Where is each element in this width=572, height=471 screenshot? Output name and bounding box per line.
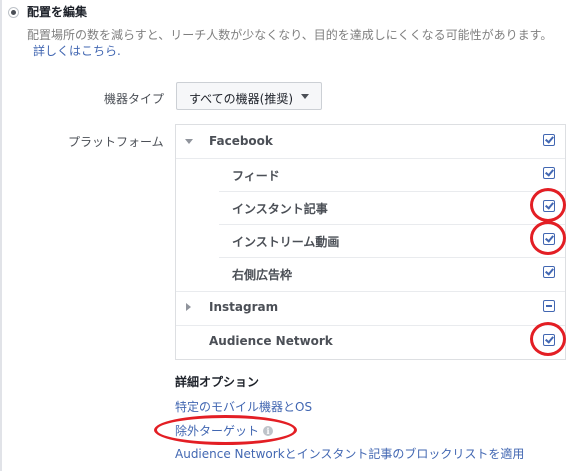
- instagram-label: Instagram: [209, 300, 279, 314]
- audience-network-label: Audience Network: [209, 334, 333, 348]
- device-type-value: すべての機器(推奨): [189, 92, 294, 106]
- device-type-dropdown[interactable]: すべての機器(推奨): [176, 82, 322, 110]
- placement-row-instream-video[interactable]: インストリーム動画: [175, 224, 566, 257]
- annotation-circle: [530, 188, 566, 222]
- right-column-label: 右側広告枠: [232, 268, 293, 282]
- check-icon: [545, 167, 554, 177]
- platform-row-audience-network[interactable]: Audience Network: [175, 325, 566, 358]
- left-rule: [0, 0, 2, 471]
- instream-video-label: インストリーム動画: [232, 235, 340, 249]
- placement-row-feed[interactable]: フィード: [175, 158, 566, 191]
- caret-down-icon: [301, 94, 309, 99]
- annotation-circle: [530, 221, 566, 255]
- instant-articles-label: インスタント記事: [232, 202, 328, 216]
- facebook-checkbox[interactable]: [543, 134, 555, 146]
- annotation-circle: [530, 322, 566, 356]
- device-type-label: 機器タイプ: [104, 92, 165, 106]
- check-icon: [545, 134, 554, 144]
- advanced-options-title: 詳細オプション: [175, 375, 260, 389]
- platform-row-instagram[interactable]: Instagram: [175, 291, 566, 324]
- edit-placements-title: 配置を編集: [27, 5, 88, 19]
- collapse-triangle-icon[interactable]: [185, 139, 193, 144]
- learn-more-link[interactable]: 詳しくはこちら.: [33, 42, 121, 59]
- radio-dot: [11, 10, 16, 15]
- platform-label: プラットフォーム: [68, 135, 164, 149]
- check-icon: [545, 266, 554, 276]
- right-column-checkbox[interactable]: [543, 266, 555, 278]
- placement-description: 配置場所の数を減らすと、リーチ人数が少なくなり、目的を達成しにくくなる可能性があ…: [27, 28, 553, 42]
- platform-row-facebook[interactable]: Facebook: [175, 125, 566, 158]
- feed-label: フィード: [232, 169, 280, 183]
- instagram-checkbox[interactable]: [543, 300, 555, 312]
- mobile-devices-os-link[interactable]: 特定のモバイル機器とOS: [175, 398, 312, 415]
- feed-checkbox[interactable]: [543, 167, 555, 179]
- indeterminate-icon: [546, 305, 552, 307]
- facebook-label: Facebook: [209, 134, 273, 148]
- block-list-link[interactable]: Audience Networkとインスタント記事のブロックリストを適用: [175, 445, 524, 462]
- annotation-ellipse: [154, 415, 297, 445]
- placement-row-instant-articles[interactable]: インスタント記事: [175, 191, 566, 224]
- expand-triangle-icon[interactable]: [186, 303, 191, 311]
- placement-row-right-column[interactable]: 右側広告枠: [175, 257, 566, 290]
